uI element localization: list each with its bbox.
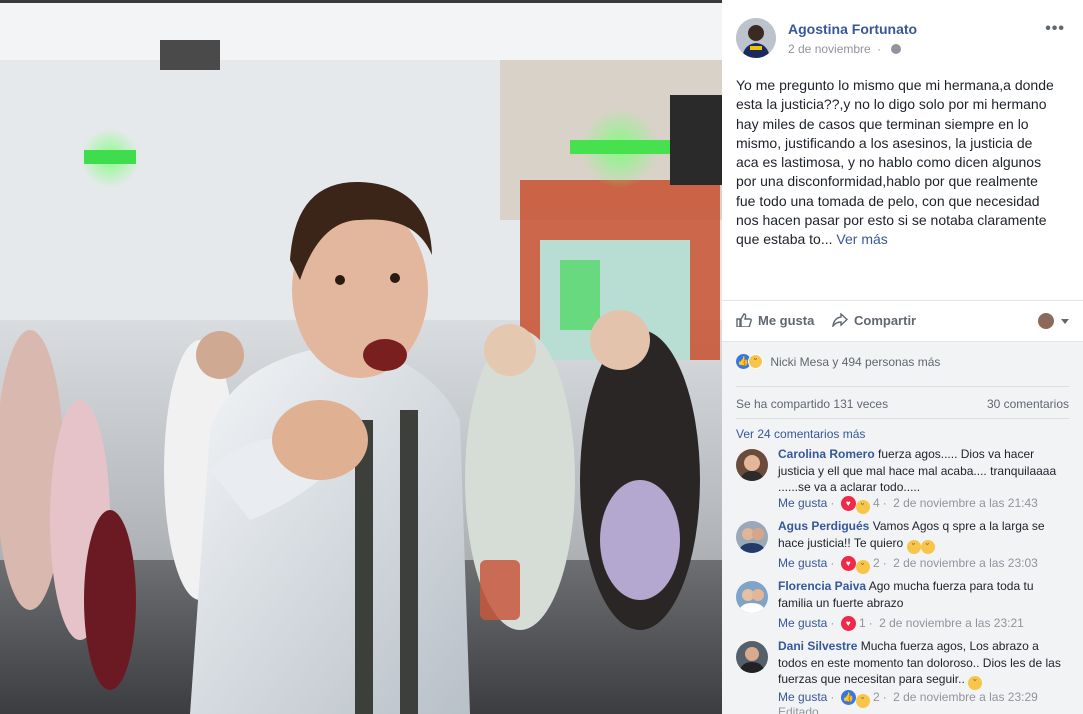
share-label: Compartir — [854, 313, 917, 328]
like-label: Me gusta — [758, 313, 815, 328]
sad-icon: ˘ — [748, 354, 763, 370]
comment-like-link[interactable]: Me gusta — [778, 496, 827, 510]
like-button[interactable]: Me gusta — [736, 313, 814, 328]
comment-meta: Me gusta · ♥ 1 · 2 de noviembre a las 23:2… — [778, 616, 1024, 632]
view-more-comments-link[interactable]: Ver 24 comentarios más — [736, 418, 1069, 441]
share-arrow-icon — [832, 313, 848, 327]
post-photo[interactable] — [0, 0, 722, 714]
comments-section: 👍 ˘ Nicki Mesa y 494 personas más Se ha c… — [722, 342, 1083, 714]
post-body: Yo me pregunto lo mismo que mi hermana,a… — [736, 76, 1058, 250]
kiss-emoji-icon: ˘ — [906, 539, 921, 554]
reactions-text[interactable]: Nicki Mesa y 494 personas más — [770, 355, 940, 369]
comment-time[interactable]: 2 de noviembre a las 23:03 — [893, 556, 1038, 570]
viewer-avatar — [1037, 313, 1054, 329]
comment-meta: Me gusta · ♥ ˘ 2 · 2 de noviembre a las 23:… — [778, 556, 1038, 574]
commenter-name[interactable]: Florencia Paiva — [778, 579, 866, 593]
see-more-link[interactable]: Ver más — [836, 231, 887, 247]
reactions-summary[interactable]: 👍 ˘ Nicki Mesa y 494 personas más — [736, 354, 940, 370]
comment-body: Florencia Paiva Ago mucha fuerza para to… — [778, 578, 1068, 611]
post-as-selector[interactable] — [1037, 313, 1069, 329]
comment-reaction-count[interactable]: 2 — [873, 556, 880, 570]
comment-like-link[interactable]: Me gusta — [778, 690, 827, 704]
post-text: Yo me pregunto lo mismo que mi hermana,a… — [736, 77, 1054, 248]
meta-separator: · — [877, 42, 882, 56]
party-photo-illustration — [0, 0, 722, 714]
commenter-name[interactable]: Carolina Romero — [778, 447, 875, 461]
love-icon: ♥ — [840, 616, 856, 632]
comment-reaction-count[interactable]: 1 — [859, 616, 866, 630]
laugh-icon: ˘ — [855, 560, 870, 574]
comment-body: Dani Silvestre Mucha fuerza agos, Los ab… — [778, 638, 1068, 690]
more-options-icon[interactable]: ••• — [1045, 20, 1065, 38]
comment-time[interactable]: 2 de noviembre a las 21:43 — [893, 496, 1038, 510]
love-icon: ♥ — [840, 496, 856, 512]
commenter-avatar[interactable] — [736, 581, 768, 613]
post-side-panel: Agostina Fortunato 2 de noviembre · ••• … — [722, 0, 1083, 714]
comment-reaction-count[interactable]: 4 — [873, 496, 880, 510]
comment-edited[interactable]: Editado — [778, 705, 819, 714]
thumbs-up-icon — [736, 313, 752, 327]
comment-meta: Me gusta · ♥ ˘ 4 · 2 de noviembre a las 21:… — [778, 496, 1038, 514]
comment-time[interactable]: 2 de noviembre a las 23:29 — [893, 690, 1038, 704]
commenter-avatar[interactable] — [736, 449, 768, 481]
post-actions-bar: Me gusta Compartir — [722, 300, 1083, 342]
comments-count[interactable]: 30 comentarios — [987, 397, 1069, 411]
comment-reaction-count[interactable]: 2 — [873, 690, 880, 704]
comment-time[interactable]: 2 de noviembre a las 23:21 — [879, 616, 1024, 630]
kiss-emoji-icon: ˘ — [920, 539, 935, 554]
comment-like-link[interactable]: Me gusta — [778, 616, 827, 630]
photo-top-border — [0, 0, 722, 3]
author-avatar[interactable] — [736, 18, 776, 58]
post-date[interactable]: 2 de noviembre — [788, 42, 871, 56]
post-timestamp[interactable]: 2 de noviembre · — [788, 42, 902, 56]
crying-emoji-icon: ˘ — [968, 676, 983, 690]
laugh-icon: ˘ — [855, 500, 870, 514]
commenter-avatar[interactable] — [736, 521, 768, 553]
share-button[interactable]: Compartir — [832, 313, 916, 328]
sad-icon: ˘ — [855, 694, 870, 708]
post-stats: Se ha compartido 131 veces 30 comentario… — [736, 386, 1069, 411]
globe-icon — [891, 44, 902, 54]
like-icon: 👍 — [840, 690, 856, 706]
shares-count[interactable]: Se ha compartido 131 veces — [736, 397, 888, 411]
comment-like-link[interactable]: Me gusta — [778, 556, 827, 570]
author-name[interactable]: Agostina Fortunato — [788, 21, 917, 37]
love-icon: ♥ — [840, 556, 856, 572]
comment-body: Carolina Romero fuerza agos..... Dios va… — [778, 446, 1068, 496]
chevron-down-icon — [1061, 318, 1069, 324]
commenter-name[interactable]: Agus Perdigués — [778, 519, 869, 533]
commenter-name[interactable]: Dani Silvestre — [778, 639, 857, 653]
post-header: Agostina Fortunato 2 de noviembre · ••• — [736, 14, 1073, 60]
comment-body: Agus Perdigués Vamos Agos q spre a la la… — [778, 518, 1068, 554]
commenter-avatar[interactable] — [736, 641, 768, 673]
